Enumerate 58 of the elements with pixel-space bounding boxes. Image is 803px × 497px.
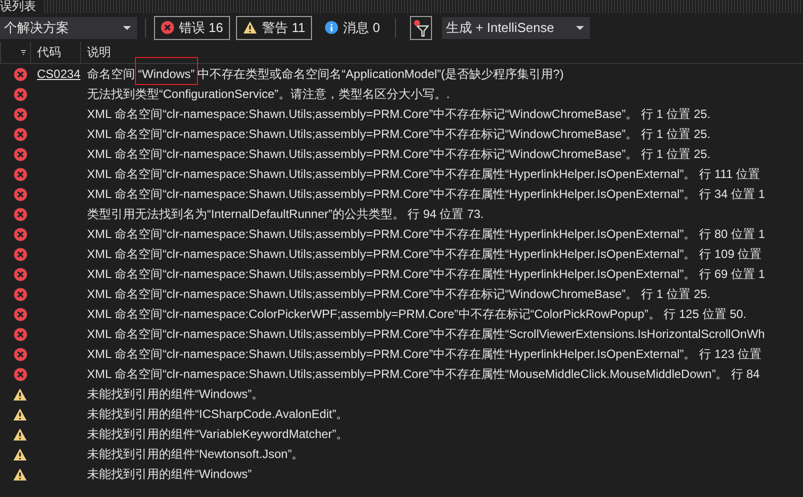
sort-icon [21, 50, 26, 55]
error-icon [14, 208, 26, 220]
description-text: XML 命名空间“clr-namespace:Shawn.Utils;assembly=PRM.Core”中不存在标记“WindowChromeBase”。 行 1 位置 25. [86, 286, 712, 302]
filter-toggle[interactable]: 警告 11 [236, 16, 312, 40]
error-icon [14, 188, 26, 200]
description-text: 未能找到引用的组件“ICSharpCode.AvalonEdit”。 [86, 406, 350, 422]
error-icon [14, 248, 26, 260]
description-text: 未能找到引用的组件“Windows” [86, 466, 253, 482]
warning-icon [13, 468, 27, 480]
description-text: XML 命名空间“clr-namespace:Shawn.Utils;assembly=PRM.Core”中不存在属性“HyperlinkHelper.IsOpenExternal”。 行 109 位置 [86, 246, 763, 262]
error-icon [14, 308, 26, 320]
description-text: XML 命名空间“clr-namespace:Shawn.Utils;assembly=PRM.Core”中不存在标记“WindowChromeBase”。 行 1 位置 25. [86, 146, 712, 162]
error-icon [14, 228, 26, 240]
description-text: XML 命名空间“clr-namespace:Shawn.Utils;assembly=PRM.Core”中不存在标记“WindowChromeBase”。 行 1 位置 25. [86, 106, 712, 122]
description-text: XML 命名空间“clr-namespace:Shawn.Utils;assembly=PRM.Core”中不存在标记“WindowChromeBase”。 行 1 位置 25. [86, 126, 712, 142]
filter-toggle[interactable]: 错误 16 [154, 16, 230, 40]
source-dropdown[interactable]: 生成 + IntelliSense [442, 16, 590, 38]
warning-icon [243, 21, 258, 34]
error-icon [14, 128, 26, 140]
warning-icon [13, 408, 27, 420]
error-icon [14, 268, 26, 280]
description-text: 未能找到引用的组件“Newtonsoft.Json”。 [86, 446, 305, 462]
error-icon [14, 288, 26, 300]
description-text: XML 命名空间“clr-namespace:ColorPickerWPF;assembly=PRM.Core”中不存在标记“ColorPickRowPopup”。 行 125 位置 50. [86, 306, 748, 322]
error-icon [14, 368, 26, 380]
error-icon [14, 348, 26, 360]
description-text: XML 命名空间“clr-namespace:Shawn.Utils;assembly=PRM.Core”中不存在属性“HyperlinkHelper.IsOpenExternal”。 行 80 位置 1 [86, 226, 766, 242]
column-header[interactable]: 说明 [87, 44, 111, 61]
info-icon [325, 21, 338, 34]
scope-dropdown[interactable]: 个解决方案 [0, 16, 137, 38]
caret-icon [123, 26, 131, 30]
description-text: 未能找到引用的组件“VariableKeywordMatcher”。 [86, 426, 350, 442]
description-text: 类型引用无法找到名为“InternalDefaultRunner”的公共类型。 行 94 位置 73. [86, 206, 485, 222]
error-icon [14, 88, 26, 100]
error-code-link[interactable]: CS0234 [30, 67, 80, 81]
description-text: XML 命名空间“clr-namespace:Shawn.Utils;assembly=PRM.Core”中不存在属性“HyperlinkHelper.IsOpenExternal”。 行 123 位置 [86, 346, 763, 362]
description-text: 命名空间 “Windows” 中不存在类型或命名空间名“ApplicationModel”(是否缺少程序集引用?) [80, 66, 803, 82]
error-icon [14, 168, 26, 180]
caret-icon [576, 26, 584, 30]
description-text: XML 命名空间“clr-namespace:Shawn.Utils;assembly=PRM.Core”中不存在属性“MouseMiddleClick.MouseMiddleDown”。 行 84 [86, 366, 761, 382]
error-icon [14, 148, 26, 160]
error-icon [161, 21, 174, 34]
description-text: XML 命名空间“clr-namespace:Shawn.Utils;assembly=PRM.Core”中不存在属性“HyperlinkHelper.IsOpenExternal”。 行 34 位置 1 [86, 186, 766, 202]
funnel-icon [413, 18, 430, 36]
warning-icon [13, 428, 27, 440]
description-text: XML 命名空间“clr-namespace:Shawn.Utils;assembly=PRM.Core”中不存在属性“HyperlinkHelper.IsOpenExternal”。 行 69 位置 1 [86, 266, 766, 282]
panel-title: 误列表 [0, 0, 42, 13]
error-icon [14, 108, 26, 120]
warning-icon [13, 388, 27, 400]
column-header[interactable]: 代码 [37, 44, 61, 61]
description-text: XML 命名空间“clr-namespace:Shawn.Utils;assembly=PRM.Core”中不存在属性“HyperlinkHelper.IsOpenExternal”。 行 111 位置 [86, 166, 761, 182]
description-text: 未能找到引用的组件“Windows”。 [86, 386, 265, 402]
warning-icon [13, 448, 27, 460]
error-icon [14, 328, 26, 340]
filter-button[interactable] [410, 16, 432, 40]
error-icon [14, 68, 26, 80]
description-text: XML 命名空间“clr-namespace:Shawn.Utils;assembly=PRM.Core”中不存在属性“ScrollViewerExtensions.IsHorizontalScrollOnWh [86, 326, 766, 342]
description-text: 无法找到类型“ConfigurationService”。请注意，类型名区分大小写。. [86, 86, 451, 102]
